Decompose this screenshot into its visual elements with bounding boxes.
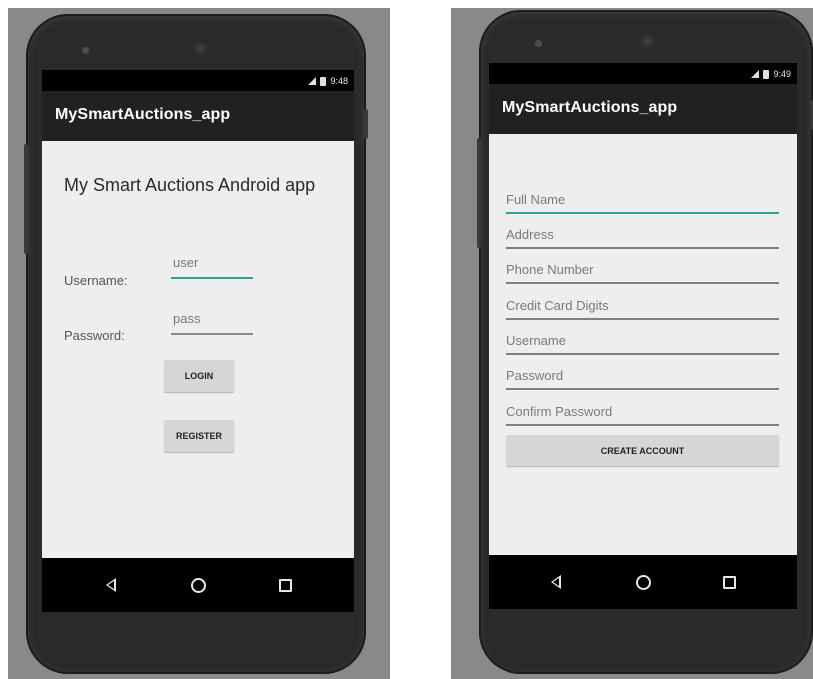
confirm-password-field[interactable]: Confirm Password (506, 396, 779, 426)
status-time: 9:48 (330, 76, 348, 86)
side-button (477, 138, 481, 248)
front-camera (194, 42, 207, 55)
app-title: MySmartAuctions_app (502, 99, 678, 116)
phone-number-field[interactable]: Phone Number (506, 254, 779, 284)
side-button (24, 144, 28, 254)
earpiece-dot (82, 47, 89, 54)
full-name-field[interactable]: Full Name (506, 184, 779, 214)
password-field[interactable]: Password (506, 360, 779, 390)
back-icon[interactable] (545, 571, 567, 593)
front-camera (641, 35, 654, 48)
app-bar: MySmartAuctions_app (42, 91, 354, 141)
phone-frame: 9:49 MySmartAuctions_app Full Name Addre… (477, 10, 813, 674)
home-icon[interactable] (632, 571, 654, 593)
app-bar: MySmartAuctions_app (489, 84, 797, 134)
signal-icon (308, 77, 317, 85)
login-screen: My Smart Auctions Android app Username: … (42, 141, 354, 558)
username-label: Username: (64, 273, 128, 288)
phone-frame: 9:48 MySmartAuctions_app My Smart Auctio… (24, 14, 368, 674)
battery-icon (320, 76, 327, 86)
password-input[interactable]: pass (171, 311, 253, 335)
navigation-bar (489, 555, 797, 609)
recents-icon[interactable] (274, 574, 296, 596)
register-screen: Full Name Address Phone Number Credit Ca… (489, 134, 797, 555)
back-icon[interactable] (100, 574, 122, 596)
status-time: 9:49 (773, 69, 791, 79)
username-input[interactable]: user (171, 255, 253, 279)
right-phone-panel: 9:49 MySmartAuctions_app Full Name Addre… (451, 8, 813, 679)
password-label: Password: (64, 328, 125, 343)
status-bar: 9:49 (489, 63, 797, 84)
register-button[interactable]: REGISTER (164, 420, 234, 452)
app-title: MySmartAuctions_app (55, 106, 231, 123)
recents-icon[interactable] (718, 571, 740, 593)
side-button (364, 109, 368, 139)
signal-icon (751, 70, 760, 78)
phone-screen: 9:49 MySmartAuctions_app Full Name Addre… (489, 63, 797, 609)
status-bar: 9:48 (42, 70, 354, 91)
left-phone-panel: 9:48 MySmartAuctions_app My Smart Auctio… (8, 8, 390, 679)
login-button[interactable]: LOGIN (164, 360, 234, 392)
username-field[interactable]: Username (506, 325, 779, 355)
phone-screen: 9:48 MySmartAuctions_app My Smart Auctio… (42, 70, 354, 612)
home-icon[interactable] (187, 574, 209, 596)
navigation-bar (42, 558, 354, 612)
address-field[interactable]: Address (506, 219, 779, 249)
credit-card-field[interactable]: Credit Card Digits (506, 290, 779, 320)
create-account-button[interactable]: CREATE ACCOUNT (506, 435, 779, 466)
earpiece-dot (535, 40, 542, 47)
page-heading: My Smart Auctions Android app (64, 175, 316, 195)
battery-icon (763, 69, 770, 79)
